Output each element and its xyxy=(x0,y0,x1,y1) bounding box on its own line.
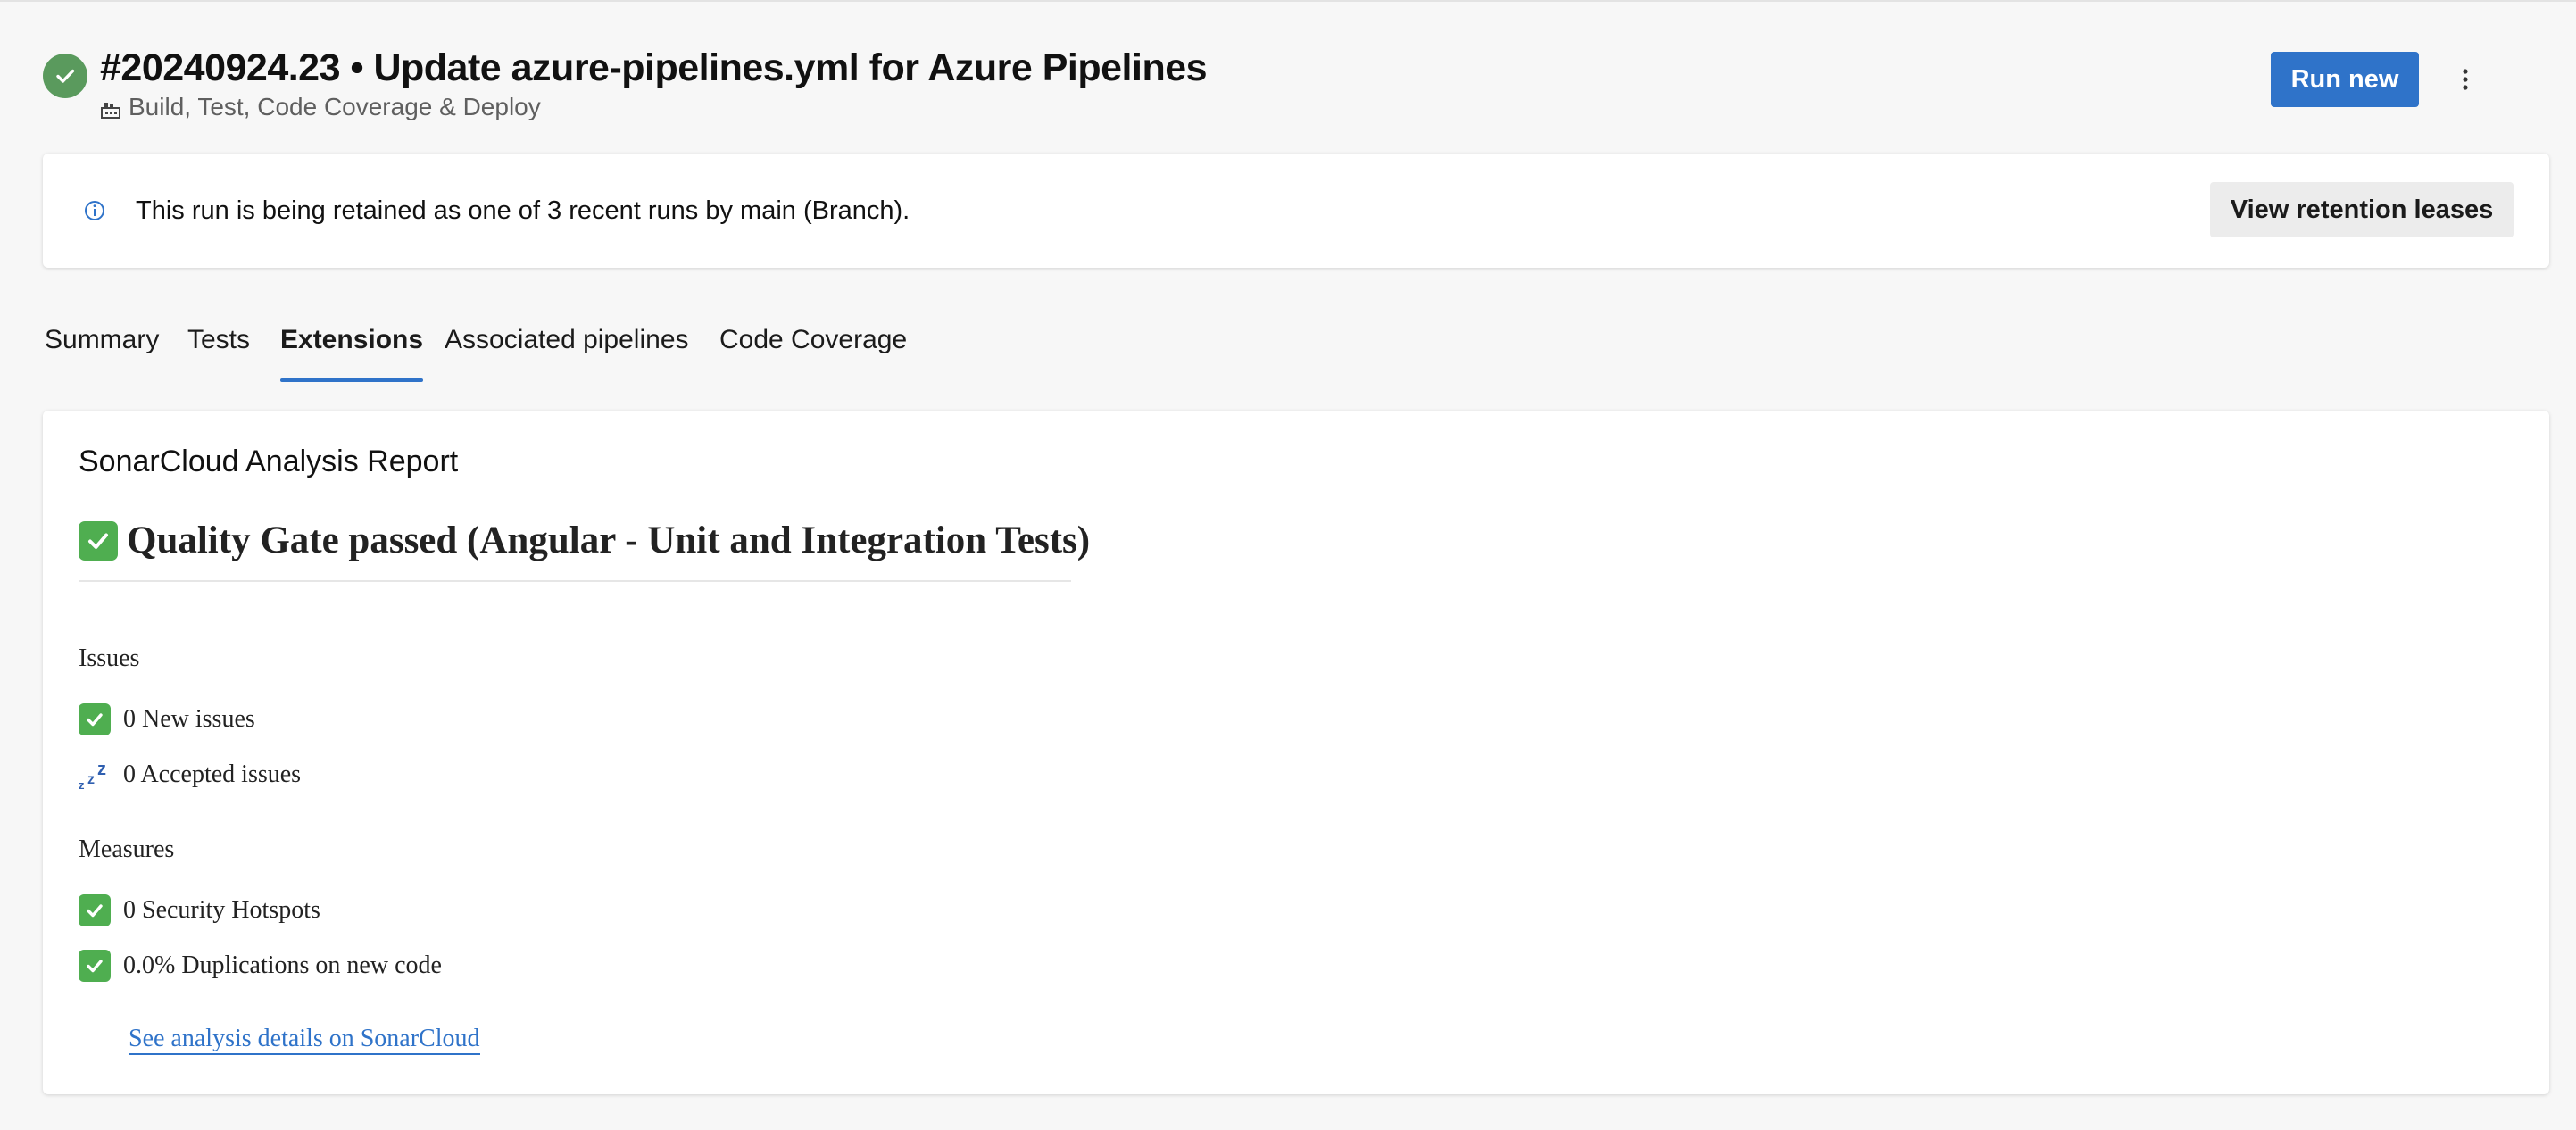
metric-text: 0 New issues xyxy=(123,705,255,733)
retention-message: This run is being retained as one of 3 r… xyxy=(136,195,910,225)
check-icon xyxy=(79,703,111,735)
measures-label: Measures xyxy=(79,835,175,863)
check-icon xyxy=(79,894,111,926)
sonarcloud-details-link[interactable]: See analysis details on SonarCloud xyxy=(129,1025,480,1055)
vertical-ellipsis-icon xyxy=(2463,69,2468,90)
sonarcloud-report-card: SonarCloud Analysis Report Quality Gate … xyxy=(43,411,2549,1094)
run-title: #20240924.23 • Update azure-pipelines.ym… xyxy=(100,46,1208,89)
metric-security-hotspots: 0 Security Hotspots xyxy=(79,893,320,928)
report-title: SonarCloud Analysis Report xyxy=(79,445,459,478)
top-divider xyxy=(0,0,2576,2)
metric-new-issues: 0 New issues xyxy=(79,702,255,737)
tab-tests[interactable]: Tests xyxy=(187,320,250,361)
run-new-button[interactable]: Run new xyxy=(2271,52,2419,107)
zzz-icon: z z z xyxy=(79,757,111,793)
issues-label: Issues xyxy=(79,644,140,672)
metric-accepted-issues: z z z 0 Accepted issues xyxy=(79,757,301,793)
run-header: #20240924.23 • Update azure-pipelines.ym… xyxy=(43,39,2533,125)
tab-code-coverage[interactable]: Code Coverage xyxy=(719,320,907,361)
pipeline-name-link[interactable]: Build, Test, Code Coverage & Deploy xyxy=(129,91,541,123)
metric-text: 0 Security Hotspots xyxy=(123,896,320,924)
pipeline-icon xyxy=(100,96,121,119)
svg-text:z: z xyxy=(97,760,106,779)
tab-associated-pipelines[interactable]: Associated pipelines xyxy=(445,320,689,361)
metric-text: 0 Accepted issues xyxy=(123,760,302,788)
run-succeeded-icon xyxy=(43,54,87,98)
check-icon xyxy=(79,950,111,982)
quality-gate-text: Quality Gate passed (Angular - Unit and … xyxy=(127,519,1091,561)
tab-summary[interactable]: Summary xyxy=(45,320,159,361)
retention-banner: This run is being retained as one of 3 r… xyxy=(43,154,2549,268)
check-icon xyxy=(79,521,118,561)
more-actions-button[interactable] xyxy=(2447,61,2483,98)
quality-gate-heading: Quality Gate passed (Angular - Unit and … xyxy=(79,518,1090,582)
view-retention-leases-button[interactable]: View retention leases xyxy=(2210,182,2514,237)
tab-extensions[interactable]: Extensions xyxy=(280,320,424,382)
metric-duplications: 0.0% Duplications on new code xyxy=(79,948,442,984)
svg-text:z: z xyxy=(87,772,95,787)
info-icon xyxy=(82,198,107,223)
metric-text: 0.0% Duplications on new code xyxy=(123,951,442,979)
svg-text:z: z xyxy=(79,778,85,792)
